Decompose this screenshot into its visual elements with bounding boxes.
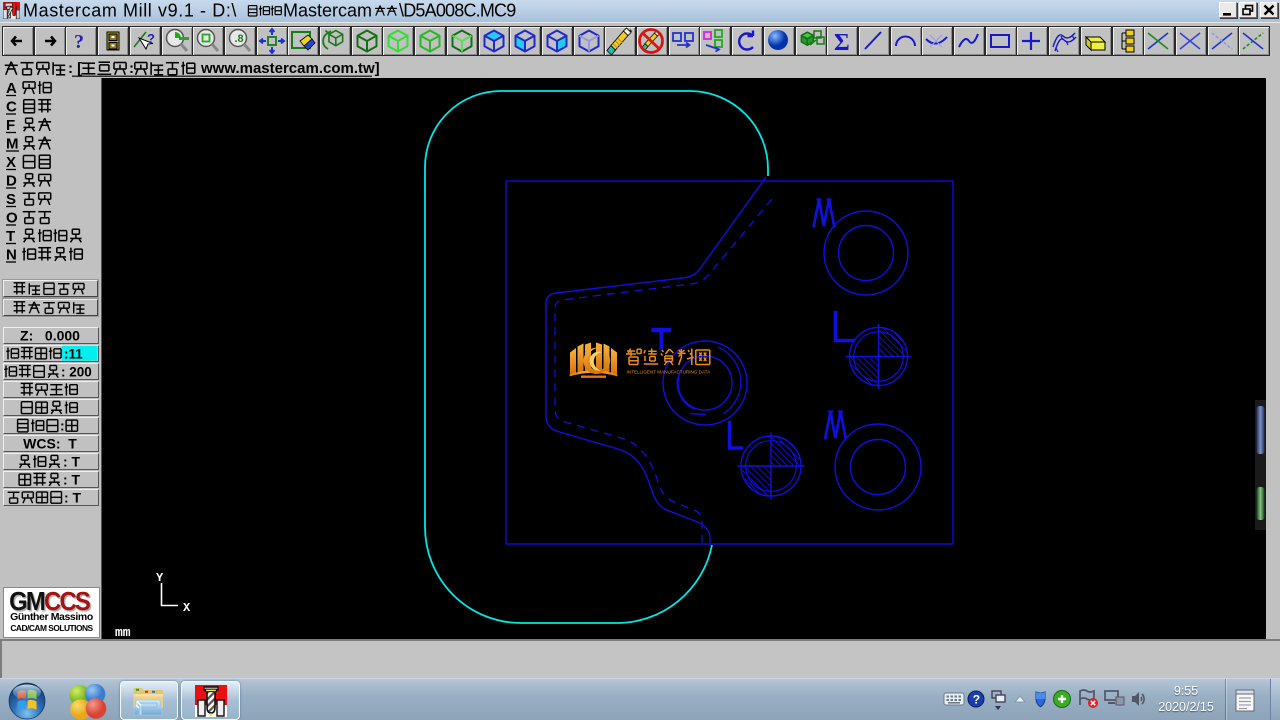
svg-text:: T: : T [64,489,82,505]
svg-text:: 200: : 200 [61,364,92,379]
svg-text:WCS: T: WCS: T [23,436,77,452]
svg-text:Σ: Σ [834,30,850,55]
svg-text:C: C [6,99,17,116]
svg-text:?: ? [74,31,84,53]
svg-text:O: O [6,210,18,227]
svg-text::: : [129,60,134,77]
svg-text:Mastercam Mill v9.1 - D:\: Mastercam Mill v9.1 - D:\ [23,1,237,21]
svg-text:X: X [6,154,16,171]
svg-text:?: ? [147,31,155,46]
svg-text:S: S [6,191,16,208]
svg-text:mm: mm [115,625,131,639]
svg-text:Y: Y [156,571,164,585]
svg-text:F: F [6,117,15,134]
svg-text:: T: : T [63,471,81,487]
svg-text:T: T [6,228,15,245]
svg-text::11: :11 [64,346,83,361]
svg-text:www.mastercam.com.tw]: www.mastercam.com.tw] [200,60,380,77]
svg-text:Z: 0.000: Z: 0.000 [20,328,80,344]
svg-text::: : [60,417,65,433]
svg-text:.8: .8 [234,33,243,45]
svg-text:: T: : T [63,453,81,469]
svg-text:: [: : [ [68,60,82,77]
svg-text:X: X [183,601,191,615]
svg-text:\D5A008C.MC9: \D5A008C.MC9 [399,1,516,21]
svg-text:A: A [6,80,17,97]
svg-text:D: D [6,173,17,190]
svg-text:INTELLIGENT MANUFACTURING DATA: INTELLIGENT MANUFACTURING DATA [627,370,712,375]
svg-text:Mastercam: Mastercam [283,1,372,21]
svg-text:?: ? [973,693,980,707]
svg-text:M: M [6,136,19,153]
svg-text:N: N [6,247,17,264]
